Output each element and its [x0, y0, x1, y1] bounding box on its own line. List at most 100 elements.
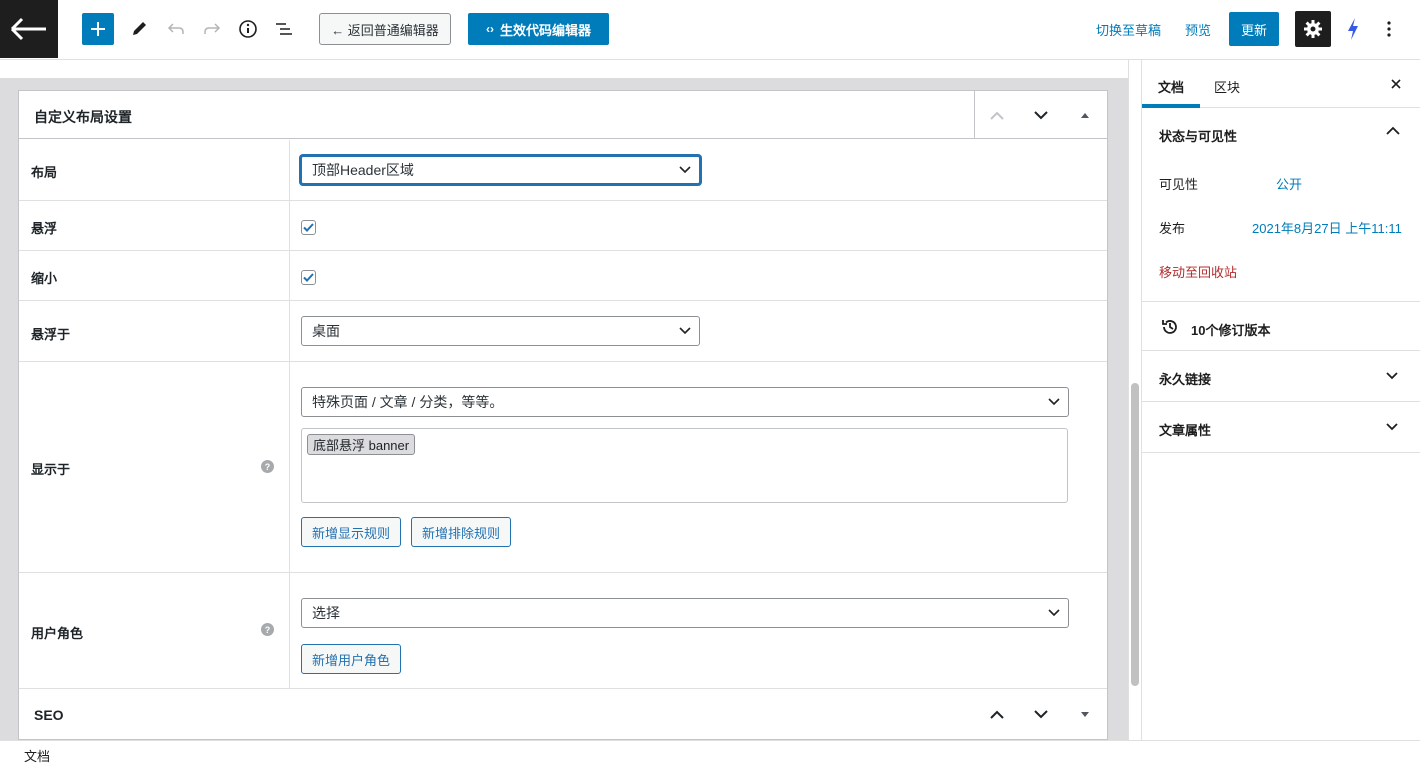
post-attributes-panel[interactable]: 文章属性	[1142, 402, 1420, 453]
divider	[289, 573, 290, 688]
back-to-classic-button[interactable]: ← 返回普通编辑器	[319, 13, 451, 45]
gear-icon	[1304, 20, 1322, 38]
checkmark-icon	[303, 223, 314, 232]
display-on-label: 显示于	[31, 462, 71, 477]
plus-icon	[91, 22, 105, 36]
breadcrumb-item[interactable]: 文档	[24, 746, 50, 765]
toggle-panel-button[interactable]	[1073, 103, 1097, 127]
add-block-button[interactable]	[82, 13, 114, 45]
user-roles-select[interactable]: 选择	[301, 598, 1069, 628]
user-roles-select-value: 选择	[312, 605, 340, 621]
add-exclude-rule-button[interactable]: 新增排除规则	[411, 517, 511, 547]
move-down-button[interactable]	[1029, 103, 1053, 127]
more-options-button[interactable]	[1373, 13, 1405, 45]
display-on-row: 显示于 ? 特殊页面 / 文章 / 分类，等等。 底部悬浮 banner 新增显…	[19, 362, 1107, 573]
code-editor-label: 生效代码编辑器	[499, 22, 591, 38]
publish-date-link[interactable]: 2021年8月27日 上午11:11	[1252, 218, 1402, 237]
layout-label: 布局	[31, 165, 58, 180]
switch-to-draft-button[interactable]: 切换至草稿	[1096, 20, 1161, 39]
performance-button[interactable]	[1337, 13, 1369, 45]
layout-row: 布局 顶部Header区域	[19, 140, 1107, 201]
shrink-row: 缩小	[19, 251, 1107, 301]
divider	[289, 140, 290, 200]
sidebar-tabs: 文档 区块	[1142, 60, 1420, 108]
chevron-down-icon	[1034, 110, 1048, 119]
preview-button[interactable]: 预览	[1185, 20, 1211, 39]
sticky-on-row: 悬浮于 桌面	[19, 301, 1107, 362]
editor-scrollbar[interactable]	[1128, 60, 1142, 740]
close-icon	[1391, 79, 1401, 89]
undo-icon	[167, 23, 184, 34]
code-editor-button[interactable]: ‹› 生效代码编辑器	[468, 13, 609, 45]
list-view-button[interactable]	[268, 13, 300, 45]
chevron-up-icon	[990, 710, 1004, 719]
lightning-icon	[1348, 18, 1358, 40]
sticky-label: 悬浮	[31, 221, 58, 236]
sticky-checkbox[interactable]	[301, 220, 316, 235]
seo-move-up-button[interactable]	[985, 702, 1009, 726]
status-panel-title[interactable]: 状态与可见性	[1159, 126, 1237, 145]
display-on-select-value: 特殊页面 / 文章 / 分类，等等。	[312, 394, 504, 410]
metabox-title: 自定义布局设置	[34, 109, 132, 125]
settings-button[interactable]	[1295, 11, 1331, 47]
update-button[interactable]: 更新	[1229, 12, 1279, 46]
settings-sidebar: 文档 区块 状态与可见性 可见性 公开 发布 2021年8月27日 上午11:1…	[1142, 60, 1420, 740]
seo-move-down-button[interactable]	[1029, 702, 1053, 726]
layout-select-value: 顶部Header区域	[312, 162, 414, 178]
back-button[interactable]	[0, 0, 58, 58]
move-to-trash-button[interactable]: 移动至回收站	[1159, 262, 1237, 281]
scrollbar-thumb[interactable]	[1131, 383, 1139, 686]
undo-button[interactable]	[160, 13, 192, 45]
sticky-row: 悬浮	[19, 201, 1107, 251]
chevron-down-icon	[1048, 609, 1060, 617]
sticky-on-select[interactable]: 桌面	[301, 316, 700, 346]
triangle-down-icon	[1081, 711, 1089, 717]
checkmark-icon	[303, 273, 314, 282]
history-icon	[1162, 320, 1177, 334]
display-rules-tagbox[interactable]: 底部悬浮 banner	[301, 428, 1068, 503]
chevron-down-icon	[1034, 709, 1048, 718]
editor-header: ← 返回普通编辑器 ‹› 生效代码编辑器 切换至草稿 预览 更新	[0, 0, 1420, 60]
close-sidebar-button[interactable]	[1386, 74, 1406, 94]
help-icon[interactable]: ?	[261, 460, 274, 473]
user-roles-row: 用户角色 ? 选择 新增用户角色	[19, 573, 1107, 689]
visibility-value-link[interactable]: 公开	[1276, 174, 1302, 193]
more-vertical-icon	[1387, 21, 1391, 37]
chevron-down-icon	[679, 166, 691, 174]
rule-tag[interactable]: 底部悬浮 banner	[307, 434, 416, 455]
redo-button[interactable]	[196, 13, 228, 45]
tab-document[interactable]: 文档	[1158, 77, 1184, 96]
divider	[289, 301, 290, 361]
divider	[974, 91, 975, 139]
chevron-down-icon	[679, 327, 691, 335]
tab-block[interactable]: 区块	[1214, 77, 1240, 96]
triangle-up-icon	[1081, 112, 1089, 118]
shrink-label: 缩小	[31, 271, 58, 286]
edit-tool-button[interactable]	[123, 13, 155, 45]
shrink-checkbox[interactable]	[301, 270, 316, 285]
block-breadcrumb-bar: 文档	[0, 740, 1420, 764]
layout-select[interactable]: 顶部Header区域	[300, 155, 701, 185]
visibility-label: 可见性	[1159, 177, 1199, 192]
move-up-button[interactable]	[985, 103, 1009, 127]
user-roles-label: 用户角色	[31, 626, 84, 641]
chevron-up-icon[interactable]	[1386, 126, 1400, 135]
revisions-panel[interactable]: 10个修订版本	[1142, 302, 1420, 351]
seo-toggle-panel-button[interactable]	[1073, 702, 1097, 726]
revisions-label: 10个修订版本	[1191, 323, 1271, 338]
publish-label: 发布	[1159, 221, 1186, 236]
sticky-on-select-value: 桌面	[312, 323, 340, 339]
status-visibility-panel: 状态与可见性 可见性 公开 发布 2021年8月27日 上午11:11 移动至回…	[1142, 108, 1420, 302]
divider	[289, 251, 290, 300]
chevron-down-icon	[1386, 423, 1398, 431]
add-display-rule-button[interactable]: 新增显示规则	[301, 517, 401, 547]
code-icon: ‹›	[485, 22, 494, 36]
redo-icon	[204, 23, 221, 34]
sticky-on-label: 悬浮于	[31, 327, 71, 342]
details-button[interactable]	[232, 13, 264, 45]
permalink-panel[interactable]: 永久链接	[1142, 351, 1420, 402]
add-user-role-button[interactable]: 新增用户角色	[301, 644, 401, 674]
chevron-down-icon	[1386, 372, 1398, 380]
display-on-select[interactable]: 特殊页面 / 文章 / 分类，等等。	[301, 387, 1069, 417]
help-icon[interactable]: ?	[261, 623, 274, 636]
